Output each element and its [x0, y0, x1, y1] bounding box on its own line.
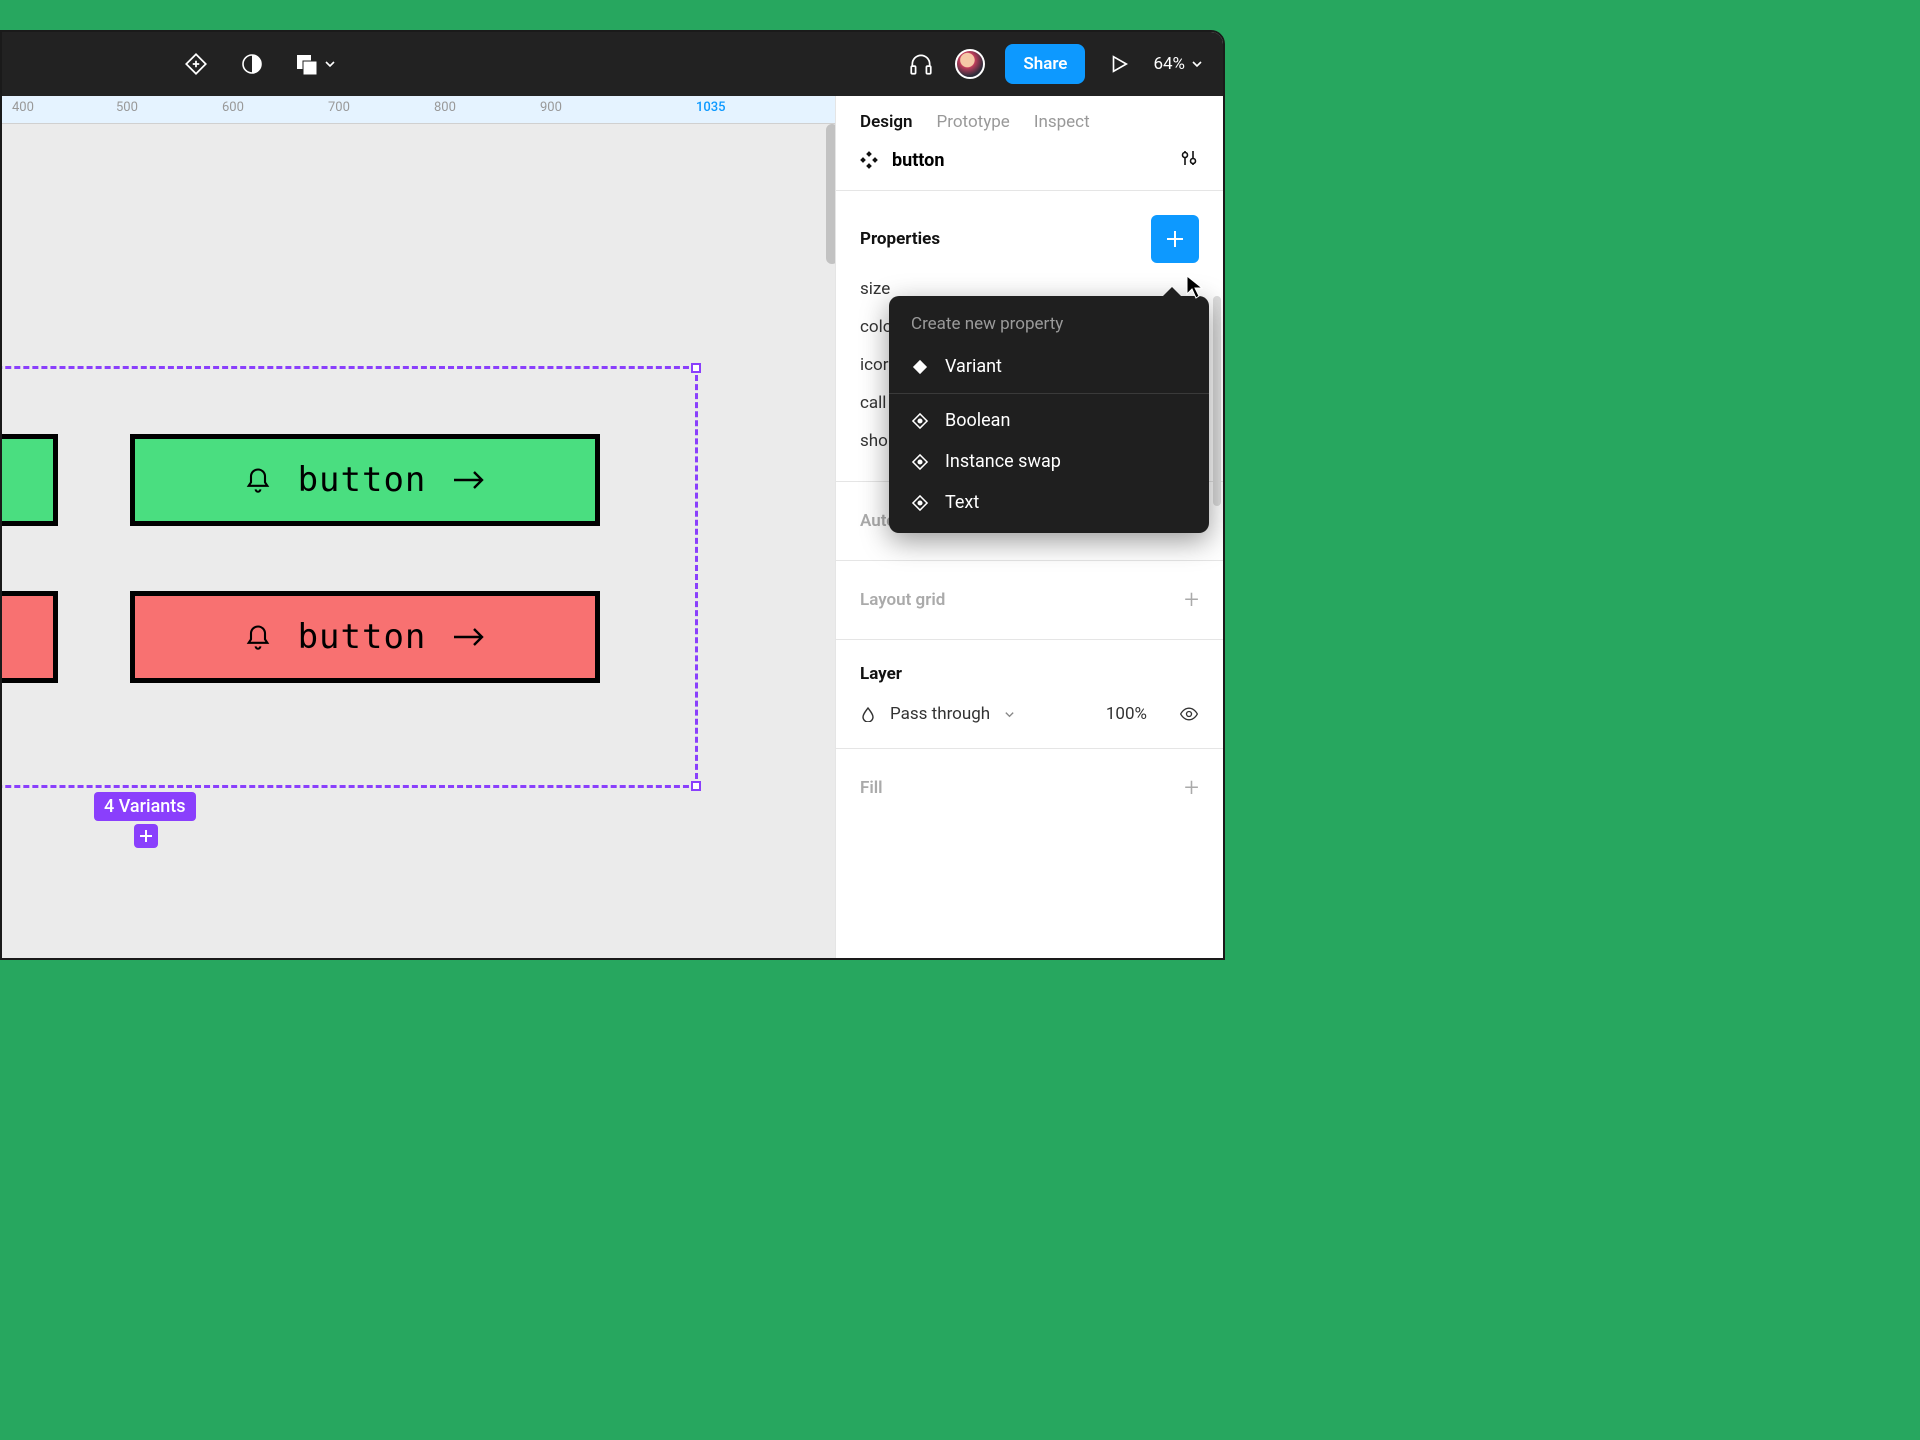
- opacity-input[interactable]: 100%: [1106, 704, 1147, 724]
- popover-item-variant[interactable]: Variant: [889, 346, 1209, 387]
- fill-title: Fill: [860, 778, 883, 798]
- ruler-tick: 900: [540, 100, 562, 115]
- popover-item-label: Boolean: [945, 410, 1010, 431]
- variant-button-green[interactable]: button: [130, 434, 600, 526]
- blend-mode-select[interactable]: Pass through: [890, 704, 990, 724]
- ruler-selection-tick: 1035: [696, 100, 726, 115]
- app-window: Share 64% 400 500 600 700 800 900 1035: [0, 30, 1225, 960]
- zoom-value: 64%: [1153, 54, 1185, 74]
- chevron-down-icon: [1004, 709, 1015, 720]
- component-header: button: [836, 142, 1223, 191]
- present-icon[interactable]: [1105, 50, 1133, 78]
- variant-button-green-partial[interactable]: [0, 434, 58, 526]
- chevron-down-icon: [324, 58, 336, 70]
- popover-item-label: Instance swap: [945, 451, 1061, 472]
- blend-drop-icon: [860, 706, 876, 722]
- user-avatar[interactable]: [955, 49, 985, 79]
- eye-icon[interactable]: [1179, 704, 1199, 724]
- tab-inspect[interactable]: Inspect: [1034, 112, 1090, 132]
- button-label: button: [298, 460, 427, 500]
- zoom-control[interactable]: 64%: [1153, 54, 1203, 74]
- variants-count-badge[interactable]: 4 Variants: [94, 792, 196, 821]
- layout-grid-section: Layout grid +: [836, 561, 1223, 640]
- bell-icon: [244, 466, 272, 494]
- toolbar-tools: [182, 50, 336, 78]
- popover-title: Create new property: [889, 314, 1209, 346]
- properties-title: Properties: [860, 229, 940, 249]
- add-fill-button[interactable]: +: [1184, 773, 1199, 803]
- ruler-tick: 800: [434, 100, 456, 115]
- variant-button-red-partial[interactable]: [0, 591, 58, 683]
- canvas[interactable]: button button 4 Variants: [2, 124, 837, 958]
- popover-separator: [889, 393, 1209, 394]
- diamond-outline-icon: [911, 453, 929, 471]
- ruler-tick: 600: [222, 100, 244, 115]
- arrow-right-icon: [452, 468, 486, 492]
- component-set-icon: [860, 151, 878, 169]
- component-name: button: [892, 150, 944, 171]
- add-layout-grid-button[interactable]: +: [1184, 585, 1199, 615]
- tab-prototype[interactable]: Prototype: [937, 112, 1010, 132]
- fill-section: Fill +: [836, 749, 1223, 827]
- arrow-right-icon: [452, 625, 486, 649]
- toolbar-right: Share 64%: [907, 44, 1203, 84]
- top-toolbar: Share 64%: [2, 32, 1223, 96]
- diamond-outline-icon: [911, 412, 929, 430]
- layer-section: Layer Pass through 100%: [836, 640, 1223, 749]
- ruler-tick: 700: [328, 100, 350, 115]
- popover-item-text[interactable]: Text: [889, 482, 1209, 523]
- component-tool-icon[interactable]: [182, 50, 210, 78]
- selection-handle[interactable]: [691, 781, 701, 791]
- panel-tabs: Design Prototype Inspect: [836, 96, 1223, 142]
- diamond-icon: [911, 358, 929, 376]
- popover-item-boolean[interactable]: Boolean: [889, 400, 1209, 441]
- bell-icon: [244, 623, 272, 651]
- component-settings-icon[interactable]: [1179, 148, 1199, 172]
- popover-item-label: Text: [945, 492, 979, 513]
- popover-item-label: Variant: [945, 356, 1002, 377]
- right-panel: Design Prototype Inspect button Properti…: [835, 96, 1223, 958]
- popover-item-instance-swap[interactable]: Instance swap: [889, 441, 1209, 482]
- ruler-tick: 400: [12, 100, 34, 115]
- add-property-button[interactable]: [1151, 215, 1199, 263]
- variant-button-red[interactable]: button: [130, 591, 600, 683]
- mask-tool-icon[interactable]: [238, 50, 266, 78]
- chevron-down-icon: [1191, 58, 1203, 70]
- panel-scrollbar[interactable]: [1213, 296, 1221, 506]
- ruler-tick: 500: [116, 100, 138, 115]
- create-property-popover: Create new property Variant Boolean Inst…: [889, 296, 1209, 533]
- button-label: button: [298, 617, 427, 657]
- selection-handle[interactable]: [691, 363, 701, 373]
- layer-title: Layer: [860, 664, 902, 684]
- tab-design[interactable]: Design: [860, 112, 913, 132]
- headphones-icon[interactable]: [907, 50, 935, 78]
- share-button[interactable]: Share: [1005, 44, 1085, 84]
- diamond-outline-icon: [911, 494, 929, 512]
- selection-frame[interactable]: [0, 366, 698, 788]
- layout-grid-title: Layout grid: [860, 590, 945, 610]
- boolean-tool-icon[interactable]: [294, 50, 336, 78]
- add-variant-button[interactable]: [134, 824, 158, 848]
